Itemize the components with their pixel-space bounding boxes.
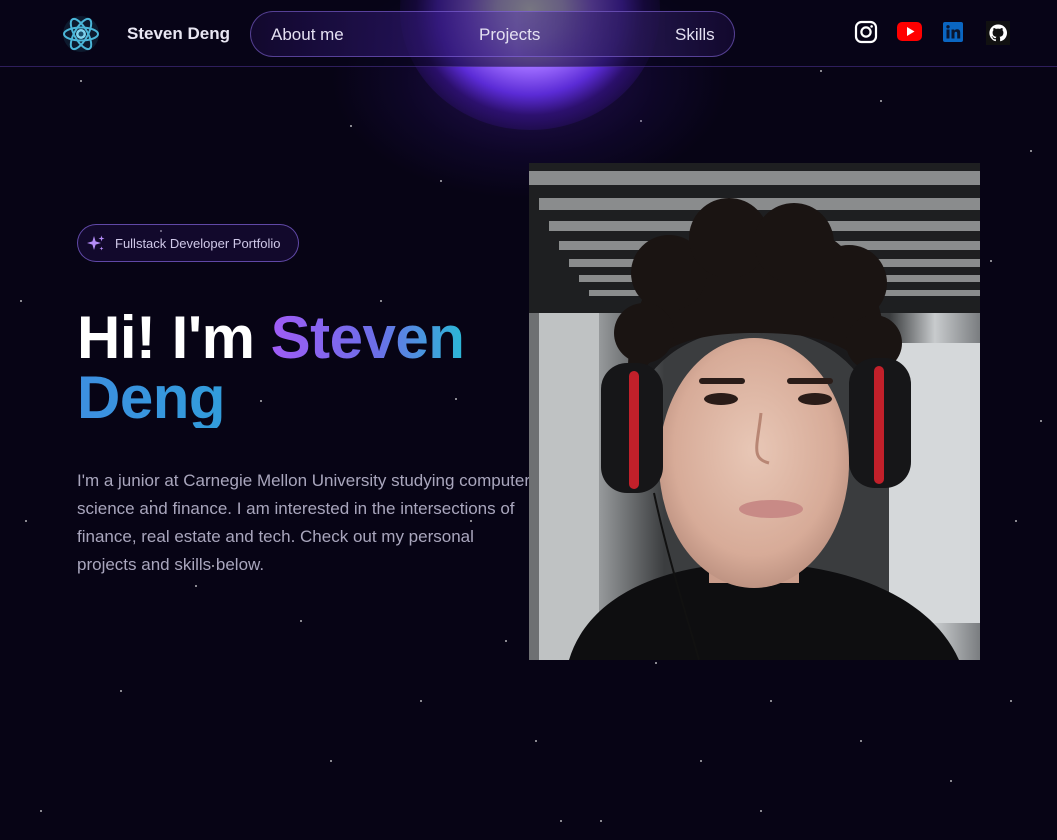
youtube-icon[interactable]: [897, 22, 922, 41]
hero-greeting: Hi! I'm: [77, 304, 271, 371]
atom-logo-icon[interactable]: [60, 13, 102, 55]
nav-link-about-me[interactable]: About me: [271, 25, 344, 45]
top-navbar: Steven Deng About me Projects Skills: [0, 0, 1057, 67]
role-badge: Fullstack Developer Portfolio: [77, 224, 299, 262]
instagram-icon[interactable]: [854, 20, 878, 44]
role-badge-label: Fullstack Developer Portfolio: [115, 236, 281, 251]
profile-photo: [529, 163, 980, 660]
hero-heading: Hi! I'm Steven Deng: [77, 308, 465, 428]
hero-bio: I'm a junior at Carnegie Mellon Universi…: [77, 471, 530, 574]
sparkles-icon: [87, 235, 105, 251]
nav-link-projects[interactable]: Projects: [479, 25, 540, 45]
hero-name-last: Deng: [77, 368, 464, 428]
hero-name-first: Steven: [270, 304, 465, 371]
nav-link-skills[interactable]: Skills: [675, 25, 715, 45]
nav-pill: About me Projects Skills: [250, 11, 735, 57]
linkedin-icon[interactable]: [943, 22, 963, 42]
brand-name[interactable]: Steven Deng: [127, 24, 230, 44]
github-icon[interactable]: [986, 21, 1010, 45]
